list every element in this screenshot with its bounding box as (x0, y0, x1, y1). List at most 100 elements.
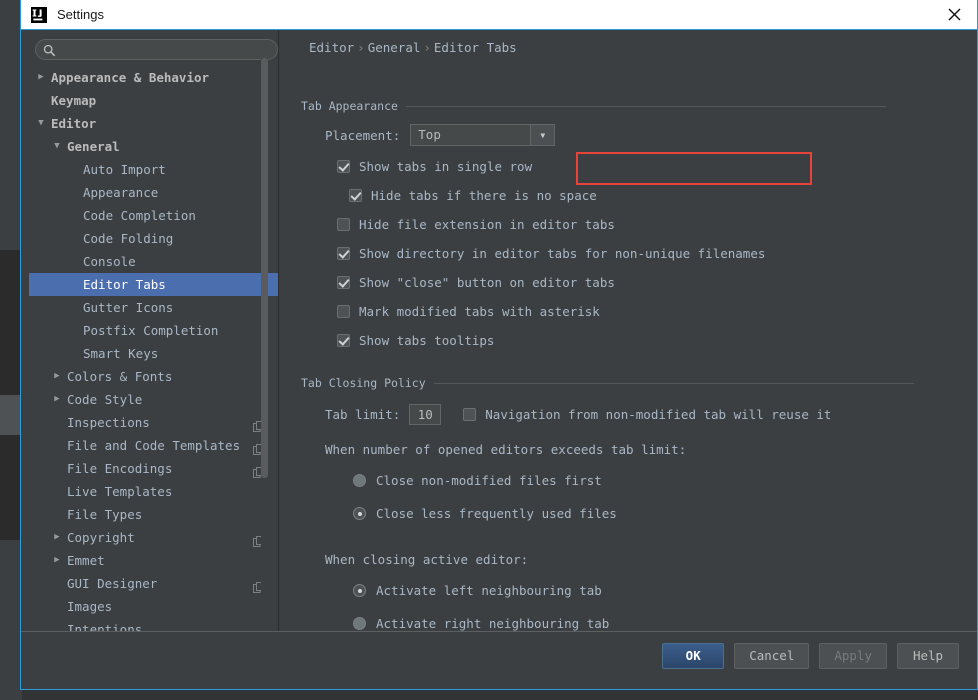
checkbox-mark-modified-tabs-with-asterisk[interactable] (337, 305, 350, 318)
placement-select[interactable]: Top ▼ (410, 124, 555, 146)
apply-button: Apply (819, 643, 887, 669)
checkbox-show-close-button-on-editor-tabs[interactable] (337, 276, 350, 289)
sidebar-item-file-types[interactable]: File Types (29, 503, 278, 526)
sidebar-item-editor[interactable]: ▼Editor (29, 112, 278, 135)
sidebar-item-keymap[interactable]: Keymap (29, 89, 278, 112)
breadcrumb-separator: › (420, 40, 434, 55)
sidebar-item-console[interactable]: Console (29, 250, 278, 273)
tab-limit-input[interactable]: 10 (409, 404, 441, 425)
radio-row[interactable]: Close less frequently used files (353, 497, 957, 530)
chevron-down-icon: ▼ (530, 125, 554, 145)
checkbox-row[interactable]: Hide file extension in editor tabs (337, 210, 957, 239)
radio-label: Activate left neighbouring tab (376, 583, 602, 598)
search-field[interactable] (35, 38, 278, 59)
sidebar-scrollbar-thumb[interactable] (261, 58, 268, 478)
breadcrumb-separator: › (354, 40, 368, 55)
chevron-right-icon[interactable]: ▶ (51, 365, 63, 388)
closing-editor-label: When closing active editor: (325, 552, 528, 567)
chevron-down-icon[interactable]: ▼ (51, 135, 63, 158)
exceeds-limit-label: When number of opened editors exceeds ta… (325, 442, 686, 457)
sidebar-item-auto-import[interactable]: Auto Import (29, 158, 278, 181)
radio-row[interactable]: Activate right neighbouring tab (353, 607, 957, 631)
sidebar-item-editor-tabs[interactable]: Editor Tabs (29, 273, 278, 296)
radio-label: Close non-modified files first (376, 473, 602, 488)
sidebar-item-label: Images (67, 595, 112, 618)
checkbox-show-tabs-in-single-row[interactable] (337, 160, 350, 173)
sidebar-item-code-folding[interactable]: Code Folding (29, 227, 278, 250)
reuse-tab-checkbox[interactable] (463, 408, 476, 421)
sidebar-item-label: Appearance & Behavior (51, 66, 209, 89)
radio-row[interactable]: Activate left neighbouring tab (353, 574, 957, 607)
sidebar-item-label: File Types (67, 503, 142, 526)
sidebar-item-live-templates[interactable]: Live Templates (29, 480, 278, 503)
cancel-button[interactable]: Cancel (734, 643, 809, 669)
sidebar-item-colors-fonts[interactable]: ▶Colors & Fonts (29, 365, 278, 388)
exceeds-limit-label-row: When number of opened editors exceeds ta… (325, 438, 957, 460)
sidebar-item-label: Auto Import (83, 158, 166, 181)
checkbox-hide-tabs-if-there-is-no-space[interactable] (349, 189, 362, 202)
sidebar-item-postfix-completion[interactable]: Postfix Completion (29, 319, 278, 342)
ok-button[interactable]: OK (662, 643, 724, 669)
sidebar-item-label: Appearance (83, 181, 158, 204)
sidebar-item-general[interactable]: ▼General (29, 135, 278, 158)
sidebar-item-intentions[interactable]: Intentions (29, 618, 278, 631)
settings-tree: ▶Appearance & BehaviorKeymap▼Editor▼Gene… (29, 66, 278, 631)
checkbox-row[interactable]: Show tabs tooltips (337, 326, 957, 355)
sidebar-item-appearance-behavior[interactable]: ▶Appearance & Behavior (29, 66, 278, 89)
sidebar-item-appearance[interactable]: Appearance (29, 181, 278, 204)
intellij-logo-icon (31, 7, 47, 23)
breadcrumb-item: General (368, 40, 421, 55)
chevron-right-icon[interactable]: ▶ (51, 388, 63, 411)
sidebar-item-emmet[interactable]: ▶Emmet (29, 549, 278, 572)
dialog-buttons: OK Cancel Apply Help (662, 643, 959, 669)
tab-limit-row: Tab limit: 10 Navigation from non-modifi… (325, 403, 957, 425)
chevron-down-icon[interactable]: ▼ (35, 112, 47, 135)
checkbox-show-tabs-tooltips[interactable] (337, 334, 350, 347)
checkbox-hide-file-extension-in-editor-tabs[interactable] (337, 218, 350, 231)
sidebar-item-label: Inspections (67, 411, 150, 434)
help-button[interactable]: Help (897, 643, 959, 669)
sidebar-item-label: File and Code Templates (67, 434, 240, 457)
radio-close-non-modified-files-first[interactable] (353, 474, 366, 487)
radio-close-less-frequently-used-files[interactable] (353, 507, 366, 520)
tab-closing-policy-header: Tab Closing Policy (301, 375, 957, 391)
checkbox-label: Mark modified tabs with asterisk (359, 304, 600, 319)
search-input[interactable] (35, 39, 278, 60)
radio-activate-right-neighbouring-tab[interactable] (353, 617, 366, 630)
checkbox-show-directory-in-editor-tabs-for-non-unique-filenames[interactable] (337, 247, 350, 260)
sidebar-item-gui-designer[interactable]: GUI Designer (29, 572, 278, 595)
chevron-right-icon[interactable]: ▶ (35, 66, 47, 89)
sidebar-item-smart-keys[interactable]: Smart Keys (29, 342, 278, 365)
closing-editor-label-row: When closing active editor: (325, 548, 957, 570)
chevron-right-icon[interactable]: ▶ (51, 549, 63, 572)
checkbox-label: Show tabs in single row (359, 159, 532, 174)
sidebar-item-label: General (67, 135, 120, 158)
dialog-titlebar: Settings (21, 0, 977, 30)
sidebar-item-code-completion[interactable]: Code Completion (29, 204, 278, 227)
settings-sidebar: ▶Appearance & BehaviorKeymap▼Editor▼Gene… (21, 30, 278, 631)
checkbox-row[interactable]: Show directory in editor tabs for non-un… (337, 239, 957, 268)
close-icon[interactable] (931, 0, 977, 29)
sidebar-item-code-style[interactable]: ▶Code Style (29, 388, 278, 411)
sidebar-item-file-and-code-templates[interactable]: File and Code Templates (29, 434, 278, 457)
chevron-right-icon[interactable]: ▶ (51, 526, 63, 549)
radio-row[interactable]: Close non-modified files first (353, 464, 957, 497)
sidebar-item-gutter-icons[interactable]: Gutter Icons (29, 296, 278, 319)
checkbox-row[interactable]: Show "close" button on editor tabs (337, 268, 957, 297)
sidebar-item-copyright[interactable]: ▶Copyright (29, 526, 278, 549)
exceeds-radio-group: Close non-modified files first Close less… (301, 464, 957, 530)
dialog-body: ▶Appearance & BehaviorKeymap▼Editor▼Gene… (21, 30, 977, 631)
sidebar-item-label: Code Completion (83, 204, 196, 227)
sidebar-item-label: Copyright (67, 526, 135, 549)
checkbox-row[interactable]: Hide tabs if there is no space (349, 181, 957, 210)
sidebar-item-label: Smart Keys (83, 342, 158, 365)
sidebar-item-file-encodings[interactable]: File Encodings (29, 457, 278, 480)
placement-row: Placement: Top ▼ (325, 124, 957, 146)
sidebar-item-inspections[interactable]: Inspections (29, 411, 278, 434)
checkbox-row[interactable]: Mark modified tabs with asterisk (337, 297, 957, 326)
checkbox-row[interactable]: Show tabs in single row (337, 152, 957, 181)
sidebar-item-images[interactable]: Images (29, 595, 278, 618)
radio-activate-left-neighbouring-tab[interactable] (353, 584, 366, 597)
tab-closing-policy-title: Tab Closing Policy (301, 376, 434, 390)
sidebar-item-label: GUI Designer (67, 572, 157, 595)
